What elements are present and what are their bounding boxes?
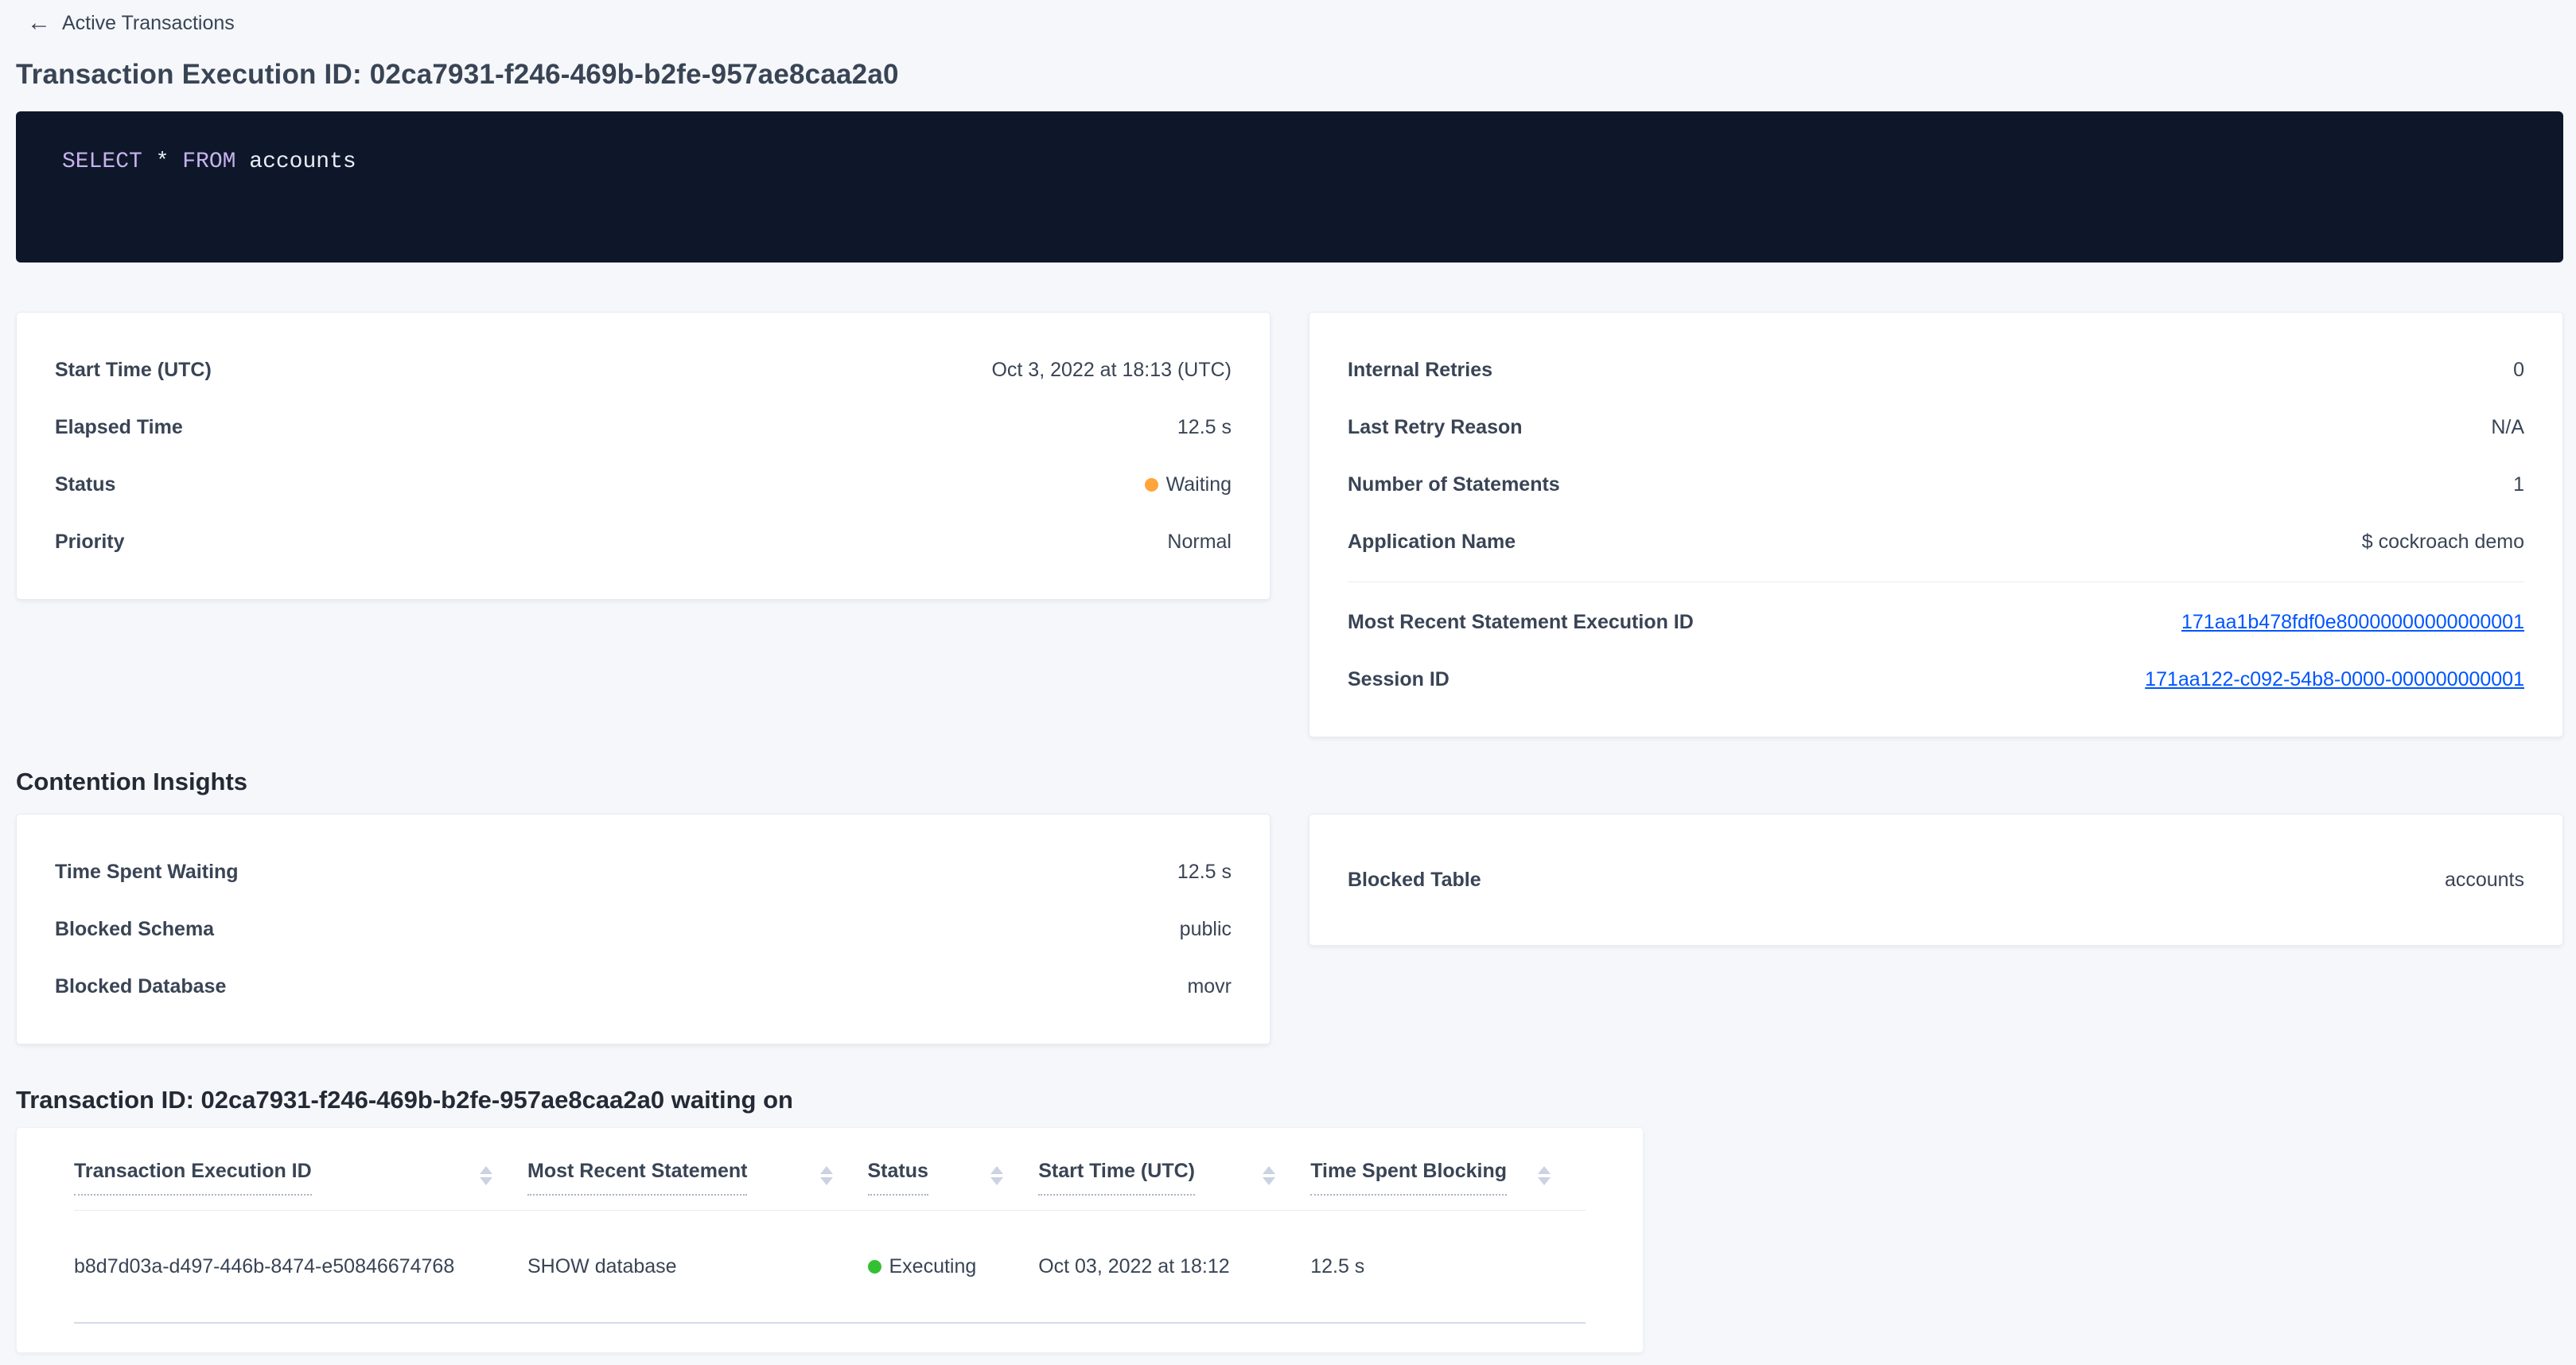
blocked-table-row: Blocked Table accounts: [1348, 851, 2524, 908]
priority-label: Priority: [55, 531, 125, 554]
sort-icon: [480, 1166, 492, 1185]
cell-most-recent-statement: SHOW database: [527, 1255, 868, 1278]
start-time-label: Start Time (UTC): [55, 359, 212, 382]
number-of-statements-row: Number of Statements 1: [1348, 456, 2524, 513]
waiting-transactions-table: Transaction Execution ID Most Recent Sta…: [16, 1127, 1644, 1353]
column-header-label: Start Time (UTC): [1038, 1160, 1195, 1196]
column-header-label: Transaction Execution ID: [74, 1160, 312, 1196]
sql-keyword: SELECT: [62, 150, 142, 174]
statement-execution-id-link[interactable]: 171aa1b478fdf0e80000000000000001: [2181, 611, 2524, 634]
status-text: Executing: [889, 1255, 977, 1278]
number-of-statements-label: Number of Statements: [1348, 473, 1560, 496]
column-header-label: Most Recent Statement: [527, 1160, 747, 1196]
blocked-database-value: movr: [1187, 975, 1232, 998]
sort-icon: [990, 1166, 1003, 1185]
cell-time-spent-blocking: 12.5 s: [1310, 1255, 1586, 1278]
status-text: Waiting: [1166, 473, 1232, 496]
sql-keyword: FROM: [182, 150, 235, 174]
blocked-table-value: accounts: [2445, 869, 2524, 892]
summary-cards-row: Start Time (UTC) Oct 3, 2022 at 18:13 (U…: [16, 312, 2563, 737]
blocked-database-label: Blocked Database: [55, 975, 226, 998]
priority-row: Priority Normal: [55, 513, 1232, 570]
column-header-transaction-execution-id[interactable]: Transaction Execution ID: [74, 1160, 527, 1196]
statement-execution-id-row: Most Recent Statement Execution ID 171aa…: [1348, 593, 2524, 651]
internal-retries-row: Internal Retries 0: [1348, 341, 2524, 399]
contention-insights-heading: Contention Insights: [16, 768, 2563, 796]
transaction-meta-card: Internal Retries 0 Last Retry Reason N/A…: [1309, 312, 2563, 737]
last-retry-reason-row: Last Retry Reason N/A: [1348, 399, 2524, 456]
cell-status: Executing: [868, 1255, 1039, 1278]
session-id-row: Session ID 171aa122-c092-54b8-0000-00000…: [1348, 651, 2524, 708]
blocked-schema-value: public: [1180, 918, 1232, 941]
cell-transaction-execution-id: b8d7d03a-d497-446b-8474-e50846674768: [74, 1255, 527, 1278]
time-spent-waiting-row: Time Spent Waiting 12.5 s: [55, 843, 1232, 900]
back-label: Active Transactions: [62, 12, 235, 35]
elapsed-time-value: 12.5 s: [1177, 416, 1232, 439]
sort-icon: [1538, 1166, 1551, 1185]
session-id-link[interactable]: 171aa122-c092-54b8-0000-000000000001: [2145, 668, 2524, 691]
elapsed-time-row: Elapsed Time 12.5 s: [55, 399, 1232, 456]
column-header-most-recent-statement[interactable]: Most Recent Statement: [527, 1160, 868, 1196]
last-retry-reason-label: Last Retry Reason: [1348, 416, 1523, 439]
internal-retries-label: Internal Retries: [1348, 359, 1492, 382]
transaction-details-page: ← Active Transactions Transaction Execut…: [0, 0, 2576, 1365]
blocked-table-label: Blocked Table: [1348, 869, 1481, 892]
application-name-value: $ cockroach demo: [2362, 531, 2524, 554]
contention-blocked-table-card: Blocked Table accounts: [1309, 814, 2563, 946]
status-waiting-dot: [1145, 478, 1158, 492]
card-divider: [1348, 581, 2524, 582]
sort-icon: [820, 1166, 833, 1185]
blocked-schema-row: Blocked Schema public: [55, 900, 1232, 958]
status-value: Waiting: [1145, 473, 1232, 496]
table-row[interactable]: b8d7d03a-d497-446b-8474-e50846674768 SHO…: [74, 1211, 1586, 1324]
column-header-start-time[interactable]: Start Time (UTC): [1038, 1160, 1310, 1196]
number-of-statements-value: 1: [2513, 473, 2524, 496]
sql-table-name: accounts: [235, 150, 356, 174]
internal-retries-value: 0: [2513, 359, 2524, 382]
page-title: Transaction Execution ID: 02ca7931-f246-…: [16, 59, 2563, 91]
column-header-label: Time Spent Blocking: [1310, 1160, 1507, 1196]
sql-statement-box: SELECT * FROM accounts: [16, 111, 2563, 262]
contention-cards-row: Time Spent Waiting 12.5 s Blocked Schema…: [16, 814, 2563, 1044]
waiting-on-heading: Transaction ID: 02ca7931-f246-469b-b2fe-…: [16, 1086, 2563, 1114]
blocked-database-row: Blocked Database movr: [55, 958, 1232, 1015]
transaction-timing-card: Start Time (UTC) Oct 3, 2022 at 18:13 (U…: [16, 312, 1270, 600]
column-header-label: Status: [868, 1160, 928, 1196]
column-header-status[interactable]: Status: [868, 1160, 1039, 1196]
session-id-label: Session ID: [1348, 668, 1449, 691]
cell-start-time: Oct 03, 2022 at 18:12: [1038, 1255, 1310, 1278]
start-time-row: Start Time (UTC) Oct 3, 2022 at 18:13 (U…: [55, 341, 1232, 399]
elapsed-time-label: Elapsed Time: [55, 416, 183, 439]
status-label: Status: [55, 473, 115, 496]
arrow-left-icon: ←: [27, 11, 51, 35]
time-spent-waiting-label: Time Spent Waiting: [55, 861, 239, 884]
column-header-time-spent-blocking[interactable]: Time Spent Blocking: [1310, 1160, 1586, 1196]
back-to-active-transactions-link[interactable]: ← Active Transactions: [27, 11, 235, 35]
last-retry-reason-value: N/A: [2491, 416, 2524, 439]
priority-value: Normal: [1167, 531, 1232, 554]
sql-text: *: [142, 150, 182, 174]
time-spent-waiting-value: 12.5 s: [1177, 861, 1232, 884]
statement-execution-id-label: Most Recent Statement Execution ID: [1348, 611, 1694, 634]
blocked-schema-label: Blocked Schema: [55, 918, 214, 941]
sort-icon: [1263, 1166, 1275, 1185]
status-executing-dot: [868, 1260, 881, 1274]
application-name-row: Application Name $ cockroach demo: [1348, 513, 2524, 570]
start-time-value: Oct 3, 2022 at 18:13 (UTC): [991, 359, 1232, 382]
contention-waiting-card: Time Spent Waiting 12.5 s Blocked Schema…: [16, 814, 1270, 1044]
table-header-row: Transaction Execution ID Most Recent Sta…: [74, 1147, 1586, 1211]
application-name-label: Application Name: [1348, 531, 1516, 554]
sql-statement: SELECT * FROM accounts: [62, 150, 356, 174]
top-navigation: ← Active Transactions: [0, 0, 2576, 38]
status-row: Status Waiting: [55, 456, 1232, 513]
